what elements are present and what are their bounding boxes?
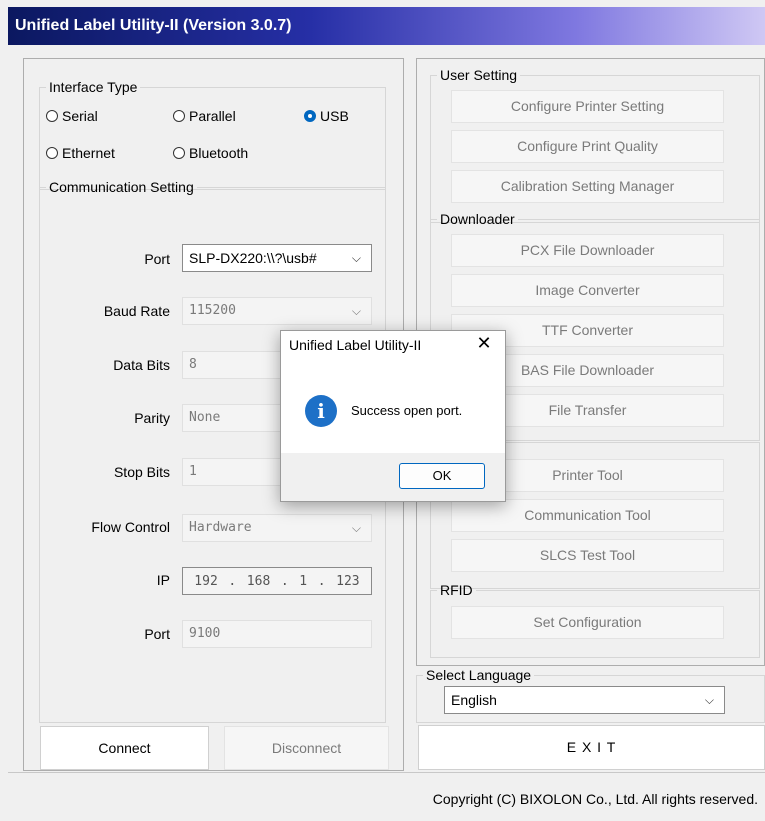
network-port-label: Port [144,626,170,642]
radio-ethernet-label: Ethernet [62,145,115,161]
port-select[interactable]: SLP-DX220:\\?\usb# ⌵ [182,244,372,272]
parity-label: Parity [134,410,170,426]
port-label: Port [144,251,170,267]
communication-tool-button[interactable]: Communication Tool [451,499,724,532]
connect-button[interactable]: Connect [40,726,209,770]
parity-value: None [189,410,221,425]
close-icon[interactable]: ✕ [473,333,495,354]
status-footer: Copyright (C) BIXOLON Co., Ltd. All righ… [8,772,765,818]
ip-dot-2: . [280,573,289,589]
ok-button[interactable]: OK [399,463,485,489]
radio-usb-label: USB [320,108,349,124]
stop-bits-label: Stop Bits [113,464,170,480]
radio-parallel-label: Parallel [189,108,236,124]
chevron-down-icon: ⌵ [351,251,361,265]
language-select[interactable]: English ⌵ [444,686,725,714]
exit-button[interactable]: E X I T [418,725,765,770]
radio-bluetooth-label: Bluetooth [189,145,249,161]
chevron-down-icon: ⌵ [351,521,361,535]
image-converter-button[interactable]: Image Converter [451,274,724,307]
info-icon: i [305,395,337,427]
radio-usb-dot[interactable] [304,110,316,122]
window-title: Unified Label Utility-II (Version 3.0.7) [15,17,292,34]
configure-print-quality-button[interactable]: Configure Print Quality [451,130,724,163]
radio-ethernet[interactable]: Ethernet [46,145,115,161]
communication-setting-legend: Communication Setting [49,179,194,195]
dialog-title: Unified Label Utility-II [289,337,422,353]
rfid-legend: RFID [440,582,473,598]
flow-control-select[interactable]: Hardware ⌵ [182,514,372,542]
radio-bluetooth[interactable]: Bluetooth [173,145,248,161]
ip-dot-1: . [228,573,237,589]
ip-octet-1[interactable]: 192 [194,574,217,589]
baud-rate-label: Baud Rate [103,303,170,319]
pcx-file-downloader-button[interactable]: PCX File Downloader [451,234,724,267]
calibration-setting-manager-button[interactable]: Calibration Setting Manager [451,170,724,203]
interface-type-legend: Interface Type [49,79,138,95]
language-select-value: English [451,692,497,708]
message-dialog: Unified Label Utility-II ✕ i Success ope… [280,330,506,502]
radio-serial-label: Serial [62,108,98,124]
data-bits-value: 8 [189,357,197,372]
port-select-value: SLP-DX220:\\?\usb# [189,250,317,266]
ip-octet-4[interactable]: 123 [336,574,359,589]
radio-bluetooth-dot[interactable] [173,147,185,159]
data-bits-label: Data Bits [113,357,170,373]
radio-parallel[interactable]: Parallel [173,108,236,124]
disconnect-button[interactable]: Disconnect [224,726,389,770]
ip-dot-3: . [317,573,326,589]
chevron-down-icon: ⌵ [351,304,361,318]
flow-control-value: Hardware [189,520,252,535]
radio-ethernet-dot[interactable] [46,147,58,159]
network-port-value: 9100 [189,626,221,641]
window-titlebar[interactable]: Unified Label Utility-II (Version 3.0.7) [8,7,765,45]
network-port-input[interactable]: 9100 [182,620,372,648]
dialog-message: Success open port. [351,403,463,418]
configure-printer-setting-button[interactable]: Configure Printer Setting [451,90,724,123]
slcs-test-tool-button[interactable]: SLCS Test Tool [451,539,724,572]
set-configuration-button[interactable]: Set Configuration [451,606,724,639]
radio-parallel-dot[interactable] [173,110,185,122]
baud-rate-value: 115200 [189,303,236,318]
select-language-legend: Select Language [426,667,532,683]
ip-octet-3[interactable]: 1 [299,574,307,589]
chevron-down-icon: ⌵ [704,693,714,707]
user-setting-legend: User Setting [440,67,518,83]
downloader-legend: Downloader [440,211,515,227]
baud-rate-select[interactable]: 115200 ⌵ [182,297,372,325]
ip-address-input[interactable]: 192 . 168 . 1 . 123 [182,567,372,595]
ip-label: IP [156,572,170,588]
interface-type-group: Interface Type [39,79,386,190]
copyright-text: Copyright (C) BIXOLON Co., Ltd. All righ… [432,791,758,807]
radio-usb[interactable]: USB [304,108,349,124]
flow-control-label: Flow Control [91,519,170,535]
stop-bits-value: 1 [189,464,197,479]
ip-octet-2[interactable]: 168 [247,574,270,589]
radio-serial-dot[interactable] [46,110,58,122]
radio-serial[interactable]: Serial [46,108,98,124]
